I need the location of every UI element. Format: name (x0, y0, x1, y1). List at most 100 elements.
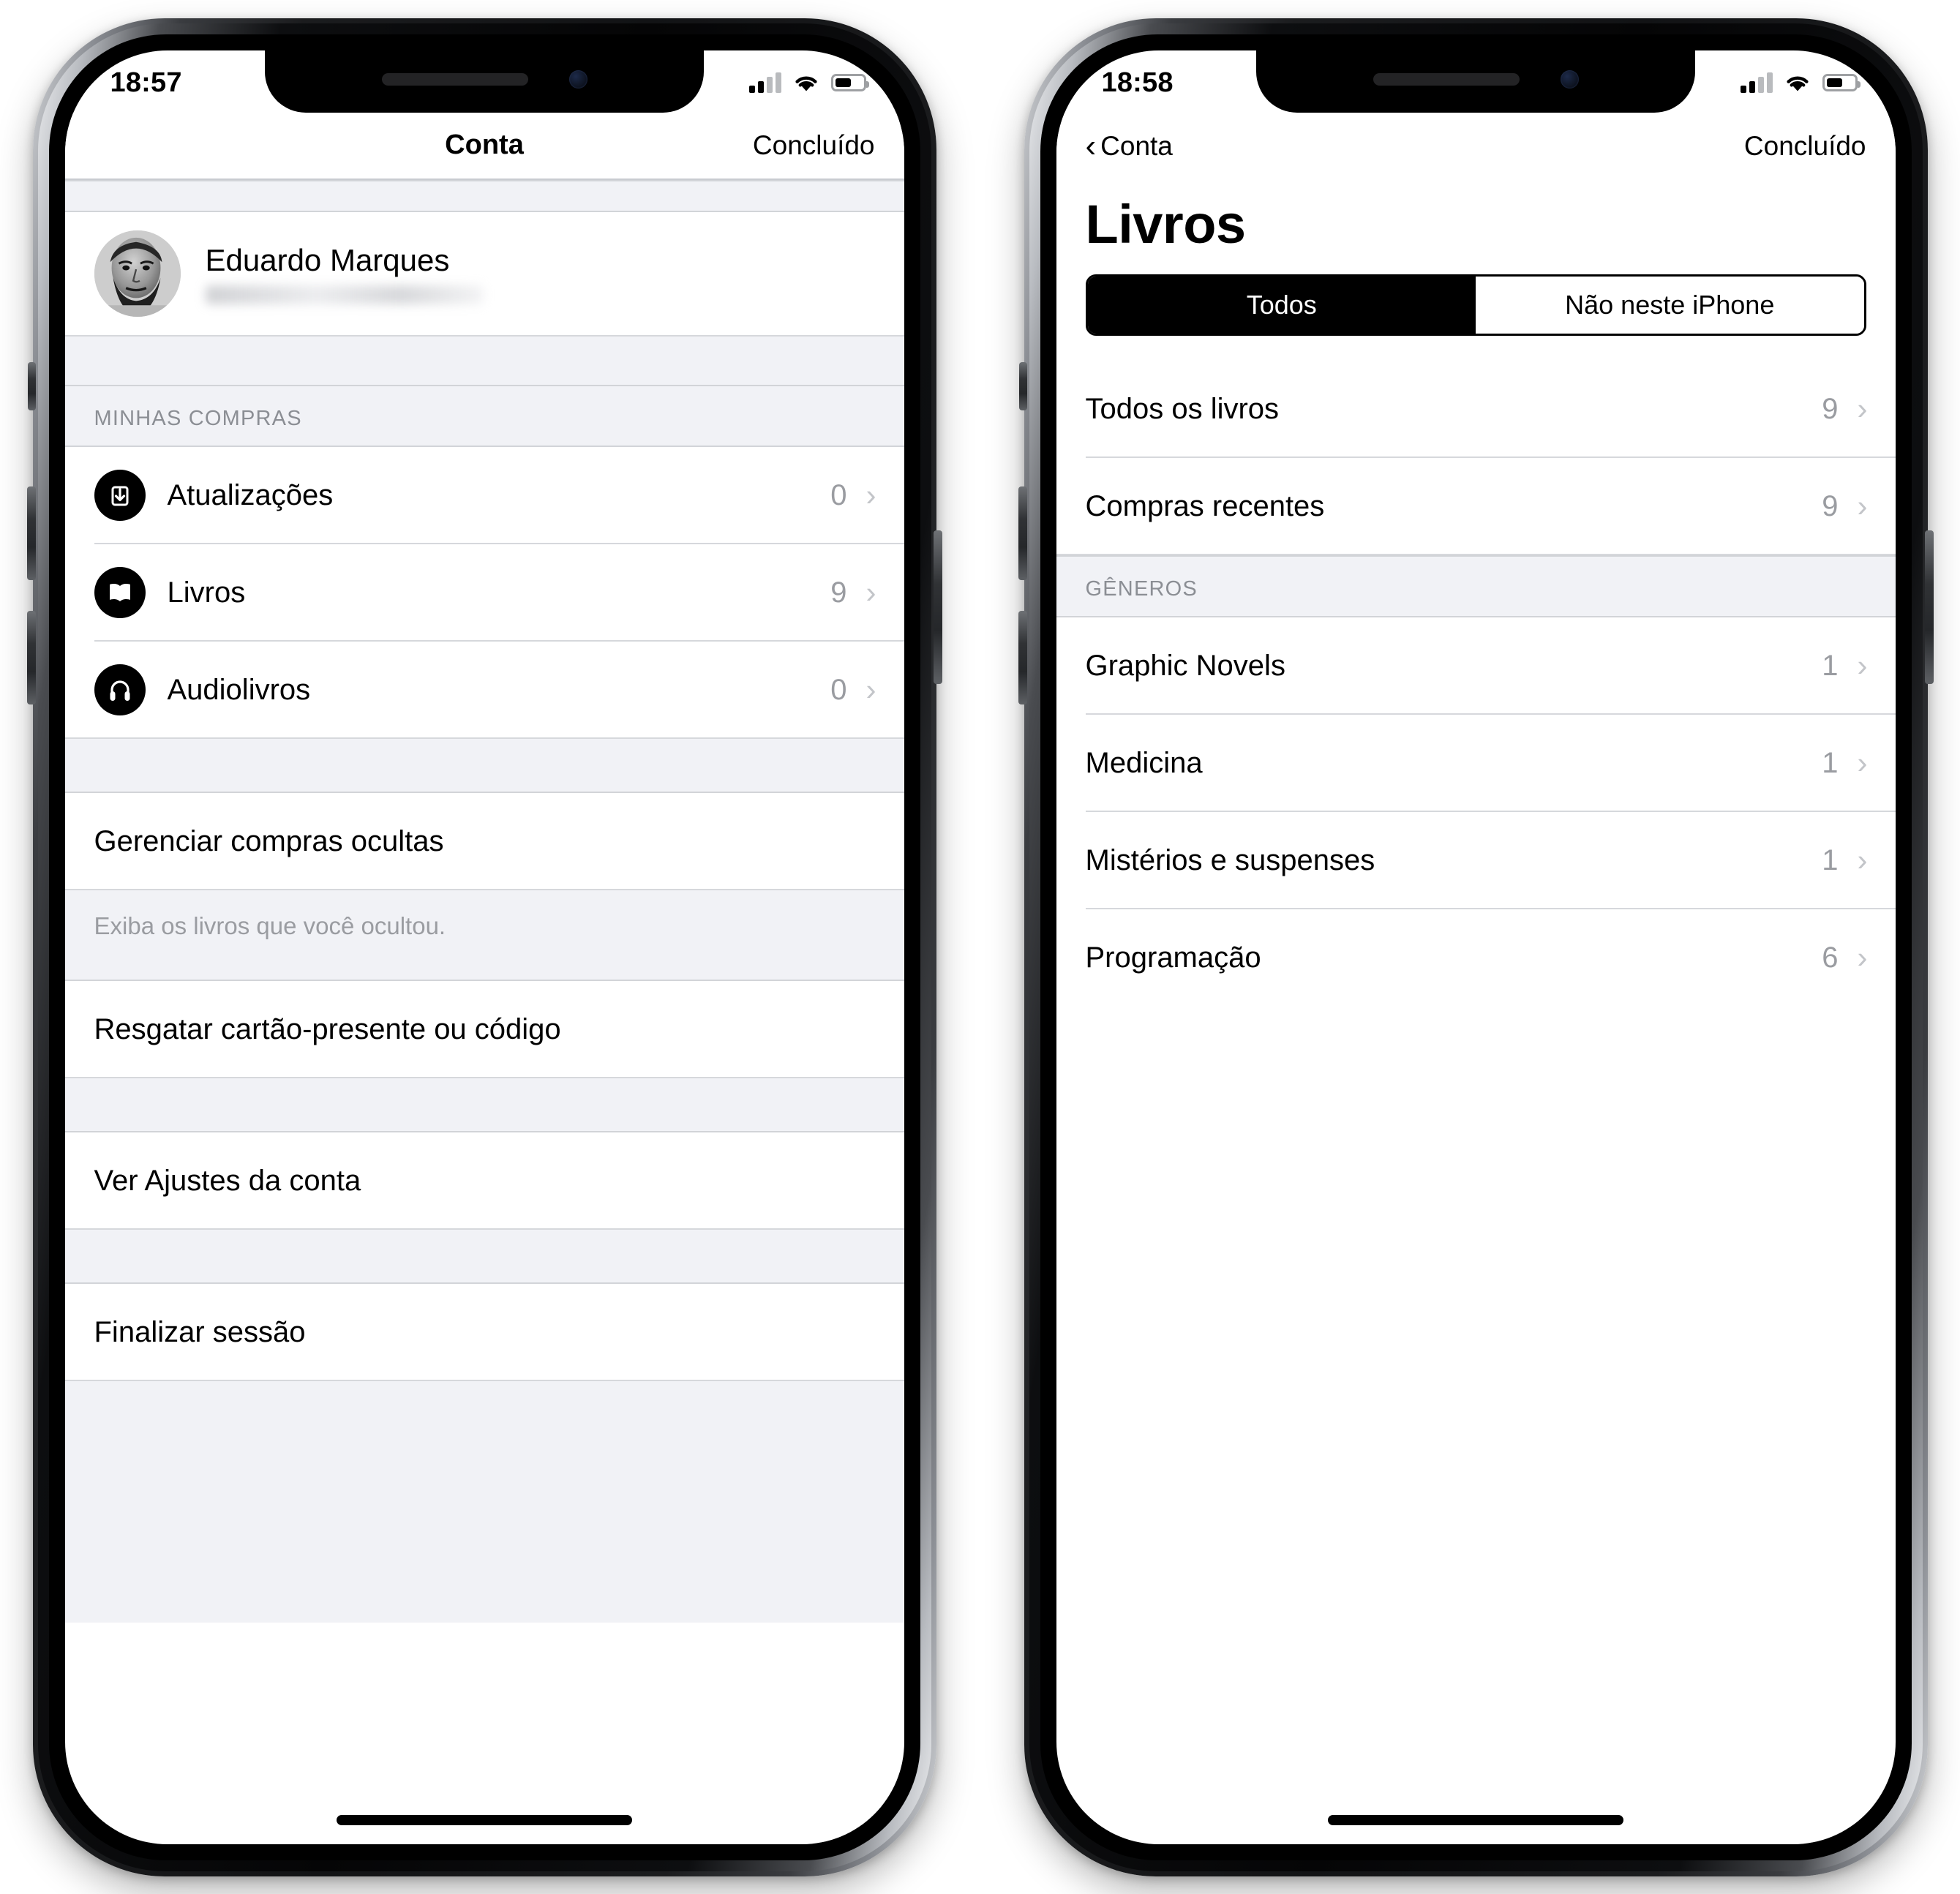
chevron-right-icon: › (866, 478, 876, 512)
row-label: Gerenciar compras ocultas (94, 824, 444, 857)
row-audiobooks[interactable]: Audiolivros 0 › (64, 641, 904, 739)
row-label: Livros (167, 576, 246, 609)
segmented-control-wrap: Todos Não neste iPhone (1056, 270, 1896, 361)
home-indicator[interactable] (1328, 1814, 1623, 1825)
chevron-right-icon: › (1857, 843, 1868, 877)
row-label: Compras recentes (1085, 489, 1325, 522)
genres-section-header: GÊNEROS (1056, 555, 1896, 617)
row-count: 6 (1822, 941, 1839, 974)
chevron-right-icon: › (1857, 940, 1868, 974)
battery-icon (830, 74, 869, 91)
row-redeem-gift-card[interactable]: Resgatar cartão-presente ou código (64, 980, 904, 1078)
row-genre-graphic-novels[interactable]: Graphic Novels 1 › (1056, 617, 1896, 715)
screen-right: 18:58 ‹ Conta Concluído Livros Todos Não… (1056, 50, 1896, 1844)
profile-row[interactable]: Eduardo Marques (64, 211, 904, 337)
power-button[interactable] (933, 530, 942, 684)
row-count: 9 (1822, 489, 1839, 522)
headphones-icon (94, 664, 146, 715)
large-title: Livros (1085, 193, 1247, 255)
section-spacer-4 (64, 1229, 904, 1284)
row-label: Audiolivros (167, 673, 311, 706)
profile-text: Eduardo Marques (205, 242, 484, 304)
chevron-left-icon: ‹ (1085, 127, 1097, 164)
row-account-settings[interactable]: Ver Ajustes da conta (64, 1132, 904, 1230)
row-recent-purchases[interactable]: Compras recentes 9 › (1056, 457, 1896, 555)
screen-left: 18:57 Conta Concluído Eduardo Marques MI… (64, 50, 904, 1844)
status-time: 18:58 (1101, 67, 1174, 98)
row-label: Ver Ajustes da conta (94, 1164, 361, 1197)
bottom-filler (64, 1380, 904, 1623)
row-updates[interactable]: Atualizações 0 › (64, 446, 904, 544)
hidden-purchases-footer: Exiba os livros que você ocultou. (64, 890, 904, 981)
chevron-right-icon: › (1857, 391, 1868, 426)
row-label: Mistérios e suspenses (1085, 843, 1375, 876)
segmented-control[interactable]: Todos Não neste iPhone (1085, 274, 1866, 336)
volume-up-button[interactable] (1018, 486, 1027, 580)
silent-switch[interactable] (27, 361, 36, 410)
row-label: Todos os livros (1085, 392, 1280, 425)
silent-switch[interactable] (1018, 361, 1027, 410)
power-button[interactable] (1924, 530, 1934, 684)
back-button[interactable]: ‹ Conta (1085, 127, 1173, 164)
section-spacer-2 (64, 738, 904, 793)
volume-down-button[interactable] (1018, 610, 1027, 704)
row-manage-hidden-purchases[interactable]: Gerenciar compras ocultas (64, 792, 904, 890)
status-indicators (1740, 72, 1861, 93)
volume-up-button[interactable] (26, 486, 36, 580)
row-genre-misterios-e-suspenses[interactable]: Mistérios e suspenses 1 › (1056, 811, 1896, 909)
section-spacer-1 (64, 336, 904, 386)
download-icon (94, 470, 146, 521)
navbar-right: ‹ Conta Concluído (1056, 112, 1896, 180)
row-count: 1 (1822, 649, 1839, 682)
row-genre-programacao[interactable]: Programação 6 › (1056, 909, 1896, 1007)
done-button[interactable]: Concluído (753, 130, 875, 161)
chevron-right-icon: › (1857, 648, 1868, 683)
back-button-label: Conta (1100, 130, 1173, 161)
row-label: Programação (1085, 941, 1261, 974)
wifi-icon (1786, 76, 1809, 91)
status-bar-left: 18:57 (65, 50, 904, 113)
profile-email-redacted (205, 285, 484, 304)
content-right: Livros Todos Não neste iPhone Todos os l… (1056, 179, 1896, 1665)
row-count: 0 (830, 478, 847, 511)
bottom-filler (1056, 1006, 1896, 1665)
top-spacer (64, 179, 904, 212)
cellular-signal-icon (748, 72, 781, 93)
row-sign-out[interactable]: Finalizar sessão (64, 1283, 904, 1381)
home-indicator[interactable] (337, 1814, 632, 1825)
status-indicators (748, 72, 869, 93)
row-genre-medicina[interactable]: Medicina 1 › (1056, 714, 1896, 812)
row-count: 1 (1822, 746, 1839, 779)
purchases-section-header: MINHAS COMPRAS (64, 386, 904, 447)
volume-down-button[interactable] (26, 610, 36, 704)
chevron-right-icon: › (1857, 745, 1868, 780)
row-count: 9 (830, 576, 847, 609)
iphone-device-right: 18:58 ‹ Conta Concluído Livros Todos Não… (1018, 18, 1934, 1876)
chevron-right-icon: › (1857, 489, 1868, 523)
row-label: Medicina (1085, 746, 1203, 779)
row-count: 1 (1822, 843, 1839, 876)
chevron-right-icon: › (866, 575, 876, 609)
row-books[interactable]: Livros 9 › (64, 544, 904, 642)
iphone-device-left: 18:57 Conta Concluído Eduardo Marques MI… (26, 18, 942, 1876)
wifi-icon (795, 76, 817, 91)
row-all-books[interactable]: Todos os livros 9 › (1056, 360, 1896, 458)
profile-name: Eduardo Marques (205, 242, 450, 277)
row-label: Finalizar sessão (94, 1315, 306, 1348)
row-label: Graphic Novels (1085, 649, 1285, 682)
avatar (94, 230, 181, 317)
status-time: 18:57 (110, 67, 182, 98)
section-spacer-3 (64, 1078, 904, 1132)
screenshot-stage: 18:57 Conta Concluído Eduardo Marques MI… (0, 0, 1960, 1894)
chevron-right-icon: › (866, 672, 876, 707)
done-button[interactable]: Concluído (1744, 131, 1866, 162)
content-left: Eduardo Marques MINHAS COMPRAS Atualizaç… (64, 179, 904, 1623)
footer-text: Exiba os livros que você ocultou. (94, 912, 446, 939)
segment-nao-neste-iphone[interactable]: Não neste iPhone (1476, 276, 1864, 334)
battery-icon (1822, 74, 1861, 91)
segment-todos[interactable]: Todos (1087, 276, 1476, 334)
navbar-left: Conta Concluído (64, 112, 904, 180)
row-count: 0 (830, 673, 847, 706)
status-bar-right: 18:58 (1056, 50, 1896, 113)
row-count: 9 (1822, 392, 1839, 425)
